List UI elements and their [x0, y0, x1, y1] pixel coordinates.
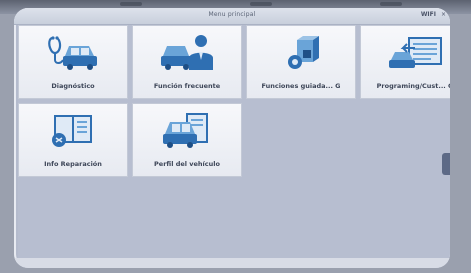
vehicle-profile-icon: [163, 113, 208, 148]
tile-funciones-guiadas[interactable]: Funciones guiada... G: [246, 25, 356, 99]
tile-perfil-vehiculo[interactable]: Perfil del vehículo: [132, 103, 242, 177]
tile-label: Programing/Cust... G: [376, 82, 450, 90]
tile-label: Funciones guiada... G: [261, 82, 341, 90]
repair-info-icon: [52, 115, 92, 147]
side-panel-tab[interactable]: [442, 153, 450, 175]
tile-funcion-frecuente[interactable]: Función frecuente: [132, 25, 242, 99]
main-menu-grid: Diagnóstico Función frecuente Funciones …: [18, 25, 450, 268]
programming-screen-icon: [389, 37, 442, 68]
title-bar: Menu principal WIFI ×: [14, 8, 450, 25]
window-title: Menu principal: [208, 11, 256, 18]
tile-label: Diagnóstico: [51, 82, 95, 90]
guided-functions-icon: [288, 36, 319, 69]
bezel-mark: [120, 2, 142, 6]
bezel-mark: [380, 2, 402, 6]
tile-label: Info Reparación: [44, 160, 102, 168]
tile-label: Perfil del vehículo: [154, 160, 220, 168]
tile-info-reparacion[interactable]: Info Reparación: [18, 103, 128, 177]
tile-programming-customization[interactable]: Programing/Cust... G: [360, 25, 450, 99]
bezel-mark: [250, 2, 272, 6]
device-screen: Menu principal WIFI × Diagnóstico Funció…: [14, 8, 450, 268]
status-indicator: WIFI: [420, 11, 436, 18]
close-icon[interactable]: ×: [441, 11, 446, 18]
tile-diagnostico[interactable]: Diagnóstico: [18, 25, 128, 99]
bottom-status-bar: [14, 258, 450, 268]
stethoscope-car-icon: [48, 36, 97, 70]
person-car-icon: [161, 35, 213, 70]
tile-label: Función frecuente: [153, 82, 221, 90]
